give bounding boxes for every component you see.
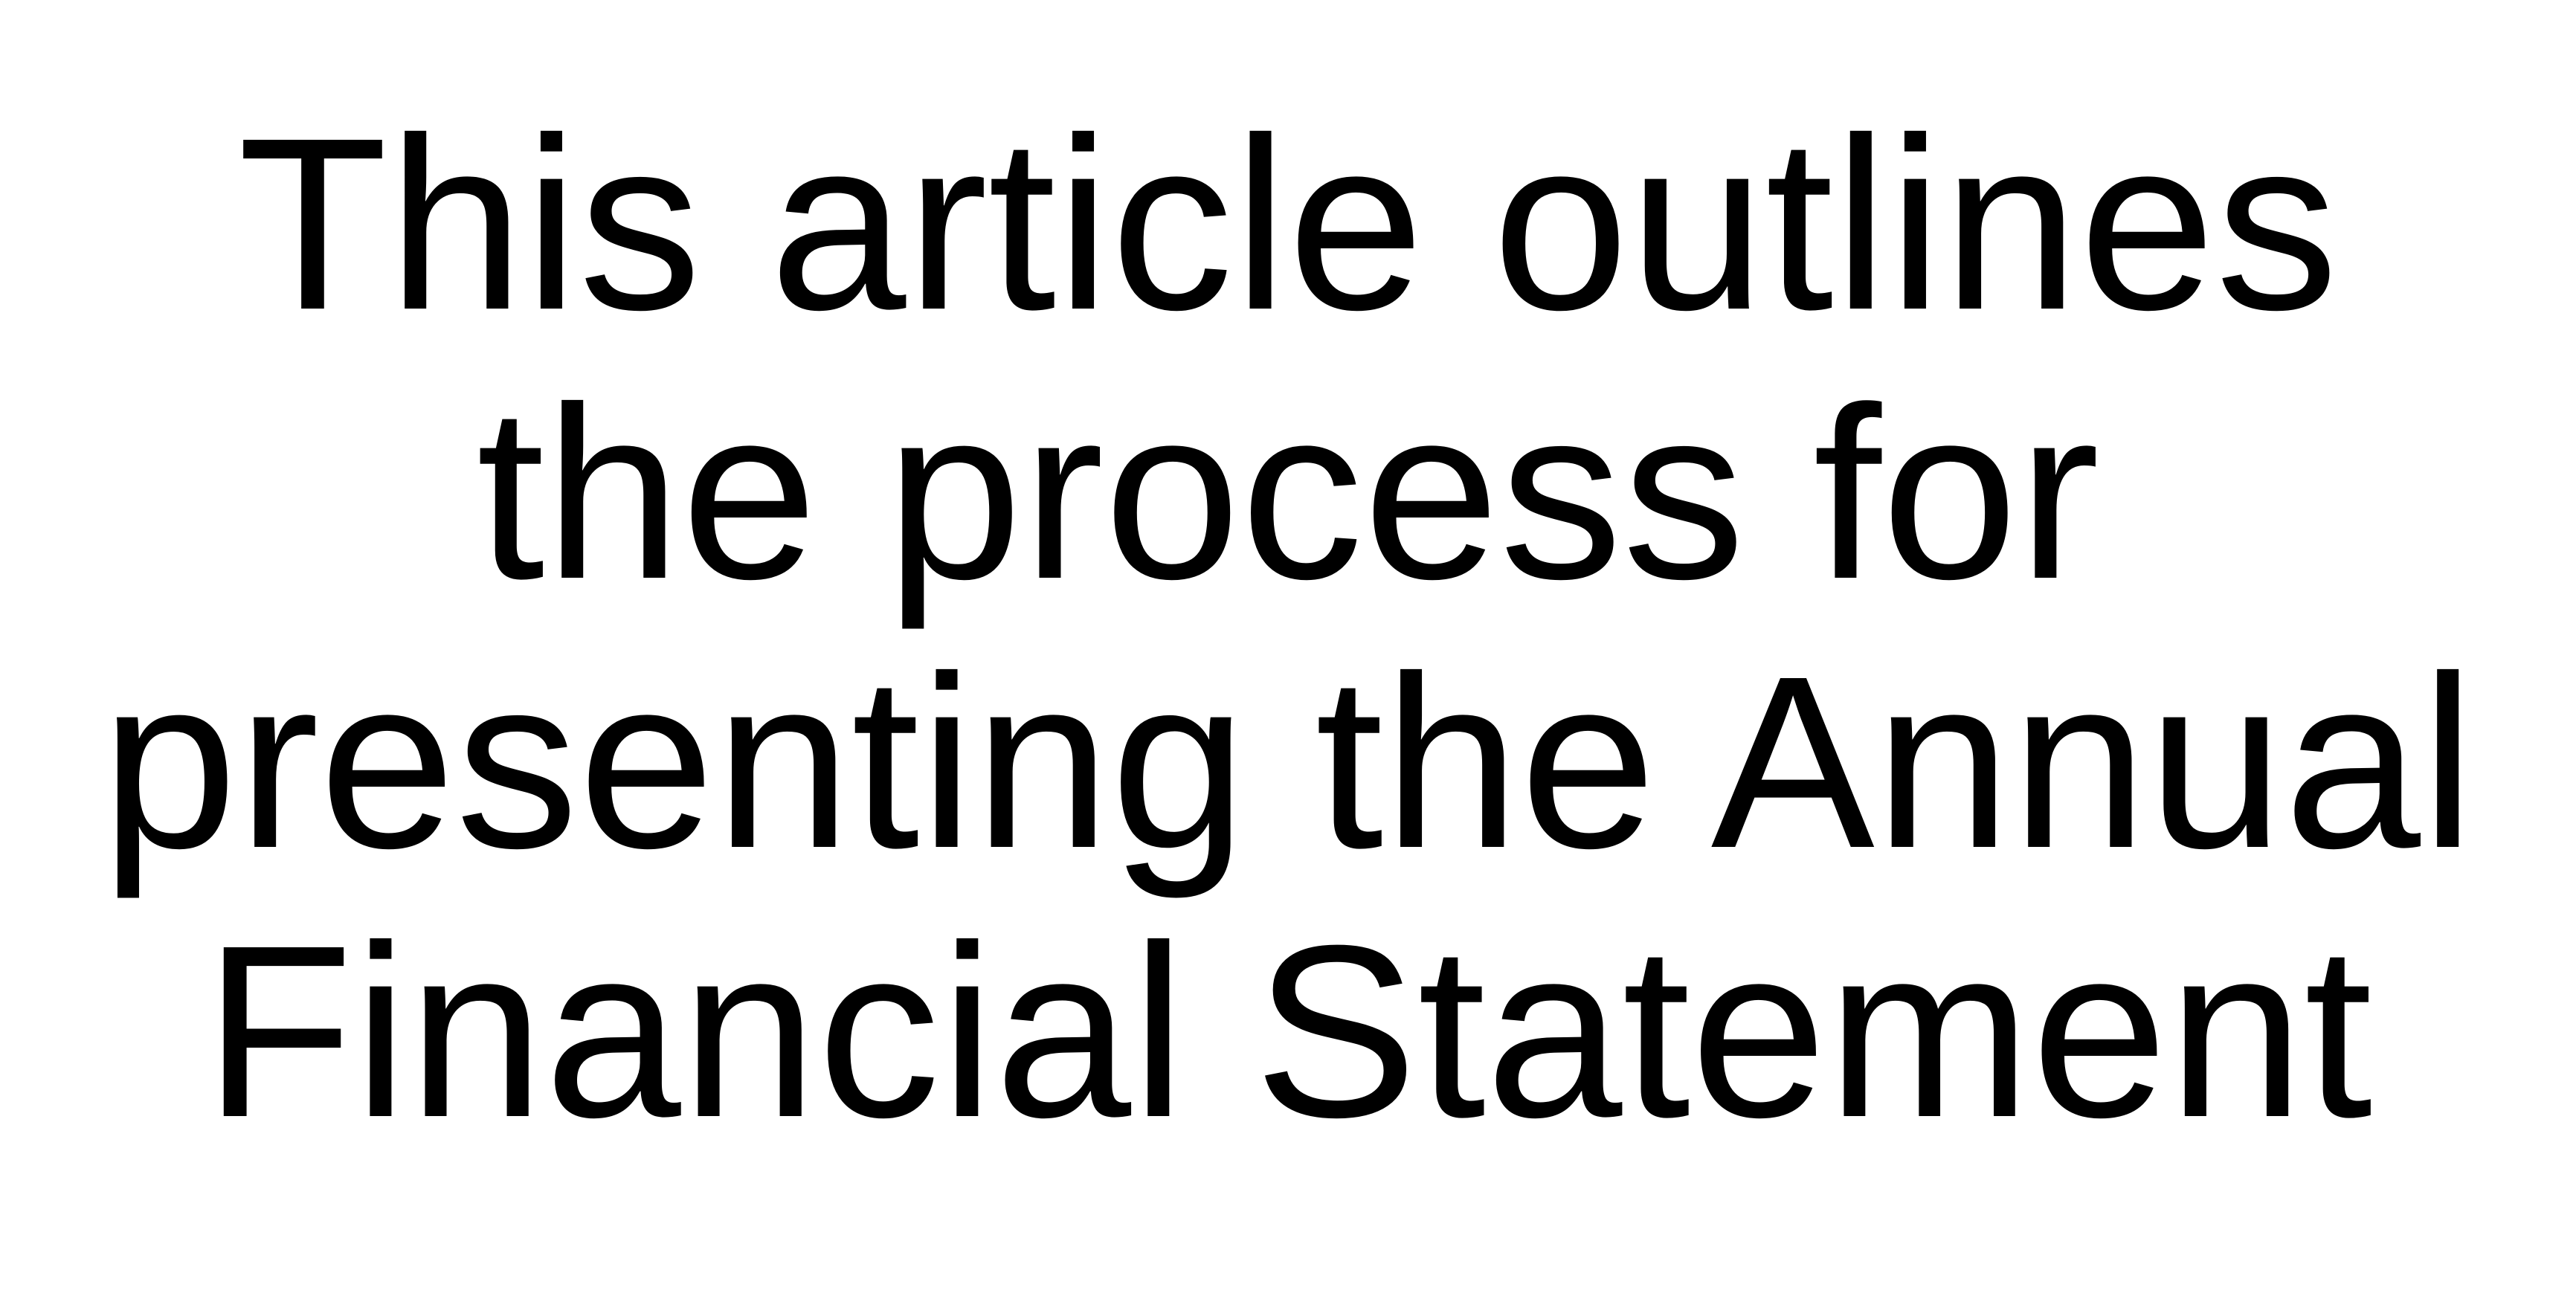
headline: This article outlines the process for pr… bbox=[0, 89, 2576, 1166]
headline-line-1: This article outlines bbox=[237, 86, 2339, 361]
headline-line-2: the process for bbox=[476, 355, 2100, 630]
headline-line-4: Financial Statement bbox=[203, 894, 2373, 1168]
document-page: This article outlines the process for pr… bbox=[0, 0, 2576, 1296]
headline-line-3: presenting the Annual bbox=[100, 625, 2476, 899]
